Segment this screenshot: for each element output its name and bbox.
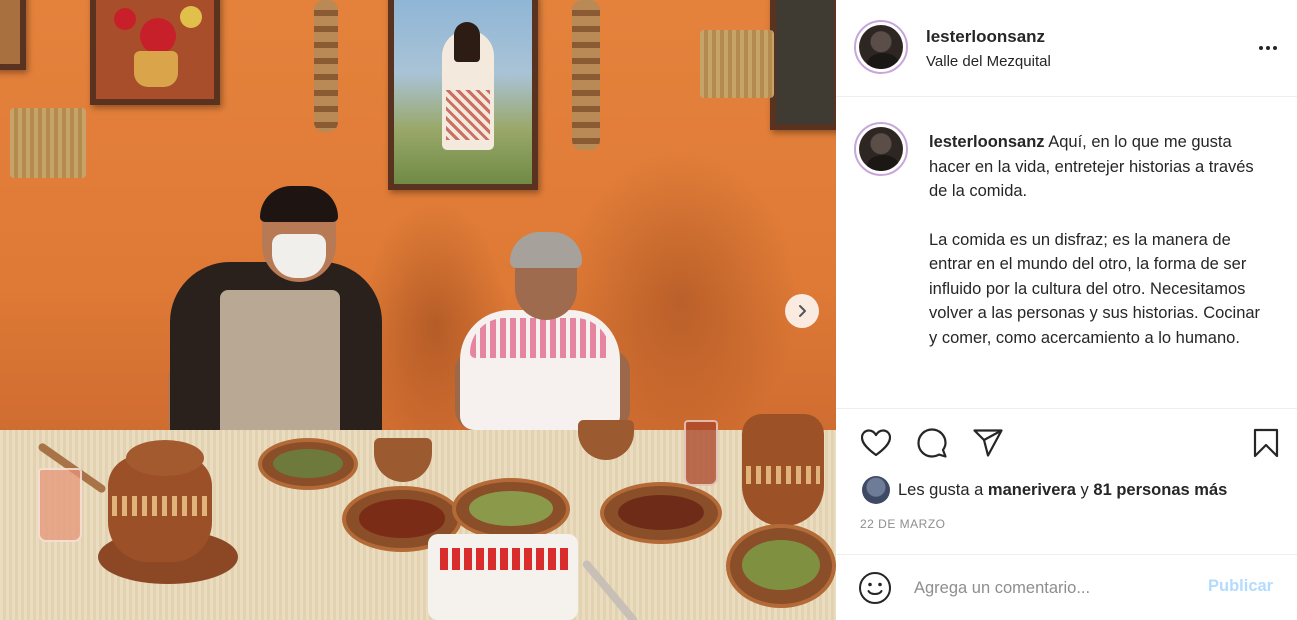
post-location[interactable]: Valle del Mezquital [926, 53, 1051, 70]
food-plate [452, 478, 570, 540]
flower-painting [90, 0, 220, 105]
food-plate [726, 524, 836, 608]
post-photo [0, 0, 836, 620]
food-plate [258, 438, 358, 490]
woman-painting [388, 0, 538, 190]
caption-section: lesterloonsanz Aquí, en lo que me gusta … [836, 98, 1297, 408]
smiley-icon[interactable] [858, 571, 892, 605]
bookmark-icon[interactable] [1248, 425, 1284, 461]
caption-text: lesterloonsanz Aquí, en lo que me gusta … [929, 130, 1269, 374]
caption-username[interactable]: lesterloonsanz [929, 133, 1045, 151]
post-panel: lesterloonsanz Valle del Mezquital leste… [836, 0, 1297, 620]
woven-bag [10, 108, 86, 178]
woven-bag [700, 30, 774, 98]
caption-paragraph-2: La comida es un disfraz; es la manera de… [929, 230, 1261, 347]
profile-avatar[interactable] [854, 20, 908, 74]
comment-input[interactable] [914, 575, 1194, 601]
liker-avatar[interactable] [862, 476, 890, 504]
wall-ornament [572, 0, 600, 150]
wall-picture-left [0, 0, 26, 70]
post-header: lesterloonsanz Valle del Mezquital [836, 0, 1297, 97]
liker-username[interactable]: manerivera [988, 481, 1076, 500]
likes-summary[interactable]: Les gusta a manerivera y 81 personas más [862, 475, 1227, 505]
publish-button[interactable]: Publicar [1208, 577, 1273, 596]
food-plate [600, 482, 722, 544]
paper-plane-icon[interactable] [970, 425, 1006, 461]
heart-icon[interactable] [858, 425, 894, 461]
next-photo-button[interactable] [785, 294, 819, 328]
embroidered-cloth [428, 534, 578, 620]
post-username[interactable]: lesterloonsanz [926, 27, 1045, 47]
chevron-right-icon [799, 305, 806, 317]
glass [684, 420, 718, 486]
more-options-icon[interactable] [1256, 36, 1280, 60]
post-date[interactable]: 22 DE MARZO [860, 517, 946, 531]
face-mask [272, 234, 326, 278]
wall-ornament [314, 0, 338, 132]
post-actions: Les gusta a manerivera y 81 personas más… [836, 408, 1297, 620]
likes-count[interactable]: 81 personas más [1093, 481, 1227, 500]
glass [38, 468, 82, 542]
wall-picture-right [770, 0, 836, 130]
comment-box: Publicar [836, 554, 1297, 620]
comment-bubble-icon[interactable] [914, 425, 950, 461]
caption-avatar[interactable] [854, 122, 908, 176]
